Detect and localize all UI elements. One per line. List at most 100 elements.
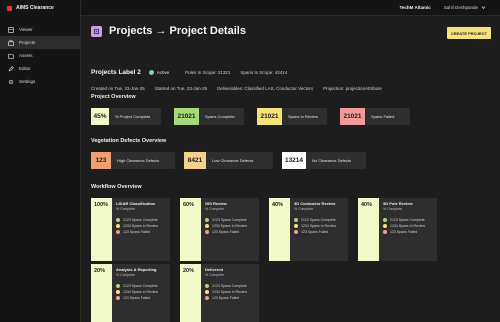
- app-logo-icon: [7, 5, 12, 11]
- stat-value: 45%: [91, 108, 109, 125]
- status-label: Active: [156, 70, 170, 75]
- workflow-stat-label: 2123 Spans Complete: [390, 218, 425, 222]
- workflow-body: Analysis & Reporting% Complete 2123 Spans…: [116, 267, 168, 301]
- workflow-body: 3D Pole Review% Complete 2123 Spans Compl…: [383, 201, 435, 235]
- viewer-icon: [8, 26, 14, 33]
- workflow-card[interactable]: 40% 3D Pole Review% Complete 2123 Spans Co…: [358, 198, 437, 261]
- stat-label: High Clearance Defects: [117, 158, 160, 163]
- status-dot-icon: [205, 224, 209, 228]
- status-dot-icon: [116, 284, 120, 288]
- status-dot-icon: [116, 296, 120, 300]
- workflow-stat-label: 1234 Spans In Review: [301, 224, 337, 228]
- overview-card: 21021 Spans In Review: [257, 108, 327, 125]
- brand[interactable]: AIMS Clearance: [0, 0, 80, 16]
- status-dot-icon: [205, 284, 209, 288]
- projects-icon: [8, 39, 14, 46]
- sidebar-item-label: Editor: [19, 66, 31, 71]
- workflow-subtitle: % Complete: [116, 207, 136, 211]
- workflow-stat-label: 1234 Spans In Review: [390, 224, 426, 228]
- stat-value: 13214: [282, 152, 306, 169]
- workflow-stat-label: 123 Spans Failed: [301, 230, 329, 234]
- app-root: AIMS Clearance Viewer Projects Assets Ed…: [0, 0, 500, 322]
- workflow-title: Delivered: [205, 267, 224, 272]
- vegetation-card: 123 High Clearance Defects: [91, 152, 175, 169]
- stat-value: 8421: [184, 152, 206, 169]
- project-meta: Created on Tue, 23-Jan-25 Started on Tue…: [91, 86, 392, 91]
- status-badge: Active: [148, 70, 170, 75]
- overview-card: 21021 Spans Failed: [340, 108, 410, 125]
- workflow-stat: 123 Spans Failed: [383, 229, 435, 235]
- sidebar-item-label: Settings: [19, 79, 36, 84]
- project-name: Projects Label 2: [91, 69, 141, 76]
- workflow-subtitle: % Complete: [294, 207, 314, 211]
- workflow-card[interactable]: 20% Analysis & Reporting% Complete 2123 Sp…: [91, 264, 170, 322]
- workflow-body: GIS Review% Complete 2123 Spans Complete 1…: [205, 201, 257, 235]
- status-dot-icon: [116, 218, 120, 222]
- page-title: Projects → Project Details: [109, 25, 246, 37]
- workflow-stat-label: 1234 Spans In Review: [212, 290, 248, 294]
- project-header: Projects Label 2 Active Poles In Scope: …: [91, 69, 287, 76]
- workflow-stat: 123 Spans Failed: [116, 229, 168, 235]
- stat-label: Spans Failed: [371, 114, 395, 119]
- status-dot-icon: [116, 290, 120, 294]
- workflow-card[interactable]: 60% GIS Review% Complete 2123 Spans Comple…: [180, 198, 259, 261]
- workflow-body: Delivered% Complete 2123 Spans Complete 12…: [205, 267, 257, 301]
- org-name: TechM Altamic: [399, 5, 431, 10]
- workflow-stat-label: 2123 Spans Complete: [301, 218, 336, 222]
- sidebar-item-settings[interactable]: Settings: [0, 75, 80, 88]
- user-name: Sahil Deshpande: [443, 5, 478, 10]
- page-title-row: Projects → Project Details: [91, 25, 246, 37]
- topbar: TechM Altamic Sahil Deshpande: [81, 0, 500, 16]
- workflow-stat-label: 123 Spans Failed: [212, 230, 240, 234]
- workflow-stats: 2123 Spans Complete 1234 Spans In Review 1…: [383, 217, 435, 235]
- stat-label: % Project Complete: [115, 114, 151, 119]
- workflow-stat: 123 Spans Failed: [294, 229, 346, 235]
- project-icon: [91, 25, 102, 37]
- started-date: Started on Tue, 23-Jan-25: [154, 86, 208, 91]
- workflow-percent: 20%: [180, 264, 201, 322]
- sidebar-item-viewer[interactable]: Viewer: [0, 23, 80, 36]
- stat-label: Low Clearance Defects: [212, 158, 254, 163]
- vegetation-card: 13214 No Clearance Defects: [282, 152, 366, 169]
- workflow-percent: 60%: [180, 198, 201, 261]
- workflow-subtitle: % Complete: [205, 207, 225, 211]
- sidebar-item-label: Viewer: [19, 27, 33, 32]
- sidebar-item-label: Assets: [19, 53, 33, 58]
- workflow-stats: 2123 Spans Complete 1234 Spans In Review 1…: [294, 217, 346, 235]
- stat-label: No Clearance Defects: [312, 158, 352, 163]
- workflow-title: Analysis & Reporting: [116, 267, 157, 272]
- workflow-card[interactable]: 40% 3D Conductor Review% Complete 2123 Spa…: [269, 198, 348, 261]
- workflow-stat-label: 2123 Spans Complete: [212, 284, 247, 288]
- workflow-stat-label: 2123 Spans Complete: [123, 218, 158, 222]
- overview-card: 45% % Project Complete: [91, 108, 161, 125]
- workflow-stat: 123 Spans Failed: [205, 229, 257, 235]
- workflow-card[interactable]: 20% Delivered% Complete 2123 Spans Complet…: [180, 264, 259, 322]
- workflow-percent: 40%: [269, 198, 290, 261]
- workflow-stat-label: 123 Spans Failed: [123, 296, 151, 300]
- status-dot-icon: [205, 230, 209, 234]
- workflow-stats: 2123 Spans Complete 1234 Spans In Review 1…: [205, 283, 257, 301]
- sidebar-item-assets[interactable]: Assets: [0, 49, 80, 62]
- workflow-stat-label: 123 Spans Failed: [212, 296, 240, 300]
- user-menu[interactable]: Sahil Deshpande: [444, 5, 486, 10]
- workflow-stat-label: 123 Spans Failed: [123, 230, 151, 234]
- sidebar-nav: Viewer Projects Assets Editor Settings: [0, 23, 80, 88]
- workflow-stat-label: 1234 Spans In Review: [123, 290, 159, 294]
- stat-value: 21021: [257, 108, 282, 125]
- status-dot-icon: [294, 230, 298, 234]
- workflow-title: GIS Review: [205, 201, 227, 206]
- sidebar-item-editor[interactable]: Editor: [0, 62, 80, 75]
- workflow-card[interactable]: 100% LiDAR Classification% Complete 2123 S…: [91, 198, 170, 261]
- workflow-subtitle: % Complete: [116, 273, 136, 277]
- vegetation-overview-title: Vegetation Defects Overview: [91, 138, 167, 144]
- workflow-body: LiDAR Classification% Complete 2123 Spans…: [116, 201, 168, 235]
- workflow-title: LiDAR Classification: [116, 201, 156, 206]
- stat-value: 123: [91, 152, 111, 169]
- sidebar-item-projects[interactable]: Projects: [0, 36, 80, 49]
- sidebar-item-label: Projects: [19, 40, 36, 45]
- create-project-button[interactable]: CREATE PROJECT: [446, 27, 491, 39]
- app-title: AIMS Clearance: [16, 5, 54, 11]
- status-dot-icon: [294, 218, 298, 222]
- workflow-stat: 123 Spans Failed: [116, 295, 168, 301]
- workflow-stat-label: 1234 Spans In Review: [212, 224, 248, 228]
